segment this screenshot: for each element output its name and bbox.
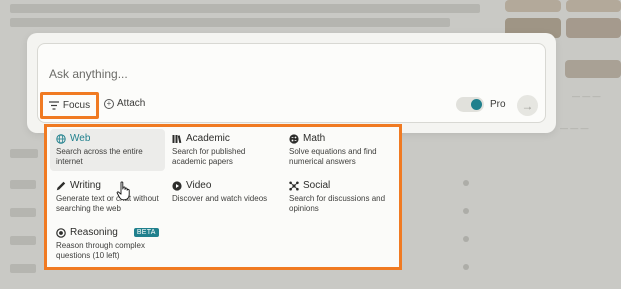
background-thumbnail	[566, 0, 621, 12]
focus-option-web[interactable]: Web Search across the entire internet	[50, 129, 165, 171]
background-plus-icon	[463, 264, 469, 270]
focus-option-social[interactable]: Social Search for discussions and opinio…	[283, 176, 398, 218]
background-text	[10, 180, 36, 189]
focus-option-description: Solve equations and find numerical answe…	[289, 147, 377, 166]
beta-badge: BETA	[133, 228, 159, 237]
pencil-icon	[56, 181, 66, 191]
attach-button[interactable]: + Attach	[104, 98, 145, 109]
focus-option-video[interactable]: Video Discover and watch videos	[166, 176, 281, 208]
focus-option-description: Search across the entire internet	[56, 147, 143, 166]
focus-option-title: Web	[70, 133, 91, 144]
focus-option-title: Video	[186, 180, 212, 191]
focus-label: Focus	[62, 100, 91, 111]
attach-label: Attach	[117, 98, 146, 109]
background-thumbnail	[565, 60, 621, 78]
background-caption: — — —	[572, 92, 601, 101]
focus-option-academic[interactable]: Academic Search for published academic p…	[166, 129, 281, 171]
background-text	[10, 18, 450, 27]
focus-option-title: Writing	[70, 180, 101, 191]
background-text	[10, 149, 38, 158]
background-thumbnail	[505, 0, 561, 12]
play-icon	[172, 180, 182, 191]
focus-option-reasoning[interactable]: Reasoning BETA Reason through complex qu…	[50, 223, 165, 265]
arrow-right-icon: →	[521, 98, 534, 113]
focus-button[interactable]: Focus	[40, 92, 99, 119]
background-thumbnail	[566, 18, 621, 38]
focus-option-title: Academic	[186, 133, 230, 144]
reasoning-icon	[56, 227, 66, 238]
filter-icon	[48, 101, 59, 110]
ask-input-placeholder: Ask anything...	[49, 67, 128, 81]
globe-icon	[56, 133, 66, 144]
ask-card: Ask anything...	[27, 33, 556, 133]
focus-option-title: Social	[303, 180, 331, 191]
pro-label: Pro	[490, 99, 506, 110]
background-text	[10, 264, 36, 273]
background-text	[10, 4, 480, 13]
plus-circle-icon: +	[104, 98, 114, 109]
focus-option-description: Discover and watch videos	[172, 194, 268, 203]
focus-option-title: Reasoning	[70, 227, 118, 238]
books-icon	[172, 134, 182, 144]
background-text	[10, 208, 36, 217]
toggle-knob	[471, 99, 482, 110]
focus-option-title: Math	[303, 133, 326, 144]
background-text	[10, 236, 36, 245]
hand-cursor-icon	[116, 181, 130, 201]
background-plus-icon	[463, 180, 469, 186]
background-plus-icon	[463, 236, 469, 242]
pro-toggle[interactable]	[456, 97, 484, 112]
math-icon	[289, 133, 299, 144]
social-icon	[289, 181, 299, 191]
focus-option-description: Search for published academic papers	[172, 147, 246, 166]
background-plus-icon	[463, 208, 469, 214]
focus-option-description: Search for discussions and opinions	[289, 194, 386, 213]
focus-option-math[interactable]: Math Solve equations and find numerical …	[283, 129, 398, 171]
focus-option-description: Reason through complex questions (10 lef…	[56, 241, 145, 260]
background-caption: — — —	[560, 124, 589, 133]
focus-option-description: Generate text or chat without searching …	[56, 194, 159, 213]
focus-option-writing[interactable]: Writing Generate text or chat without se…	[50, 176, 165, 218]
submit-button[interactable]: →	[517, 95, 538, 116]
focus-menu: Web Search across the entire internet Ac…	[44, 124, 402, 270]
